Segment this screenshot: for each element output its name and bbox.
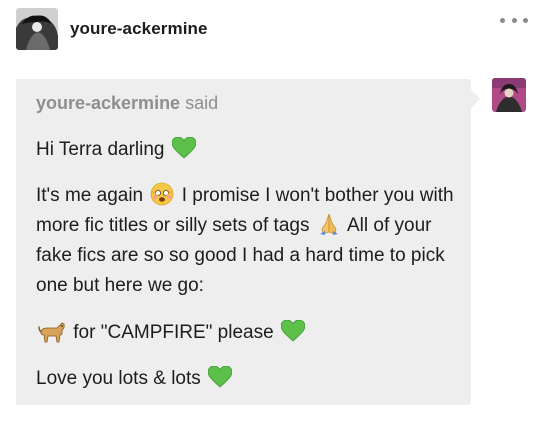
dot xyxy=(523,17,528,23)
request-text: for "CAMPFIRE" please xyxy=(73,322,274,343)
author-avatar[interactable] xyxy=(16,8,58,50)
ask-bubble-tail xyxy=(471,90,480,108)
closing-text: Love you lots & lots xyxy=(36,368,201,389)
said-label: said xyxy=(185,93,219,113)
ask-closing: Love you lots & lots xyxy=(36,364,461,394)
flushed-face-icon xyxy=(151,182,174,206)
post-header: youre-ackermine xyxy=(16,8,208,50)
asker-avatar[interactable] xyxy=(492,78,526,112)
dot xyxy=(500,17,505,23)
dot xyxy=(511,17,517,23)
para-text: It's me again xyxy=(36,185,144,206)
ask-request: for "CAMPFIRE" please xyxy=(36,318,461,348)
greeting-text: Hi Terra darling xyxy=(36,139,165,160)
post-card: youre-ackermine youre-ackermine said Hi … xyxy=(0,0,540,422)
green-heart-icon xyxy=(280,319,305,342)
dog-icon xyxy=(38,322,65,343)
green-heart-icon xyxy=(208,365,233,388)
ask-attribution: youre-ackermine said xyxy=(36,93,218,114)
ask-paragraph: It's me again I promise I won't bother y… xyxy=(36,181,461,301)
folded-hands-icon xyxy=(319,213,338,235)
ask-greeting: Hi Terra darling xyxy=(36,135,461,165)
asker-name[interactable]: youre-ackermine xyxy=(36,93,180,113)
more-options-icon[interactable] xyxy=(500,12,528,28)
author-username[interactable]: youre-ackermine xyxy=(70,19,208,39)
green-heart-icon xyxy=(171,136,196,159)
